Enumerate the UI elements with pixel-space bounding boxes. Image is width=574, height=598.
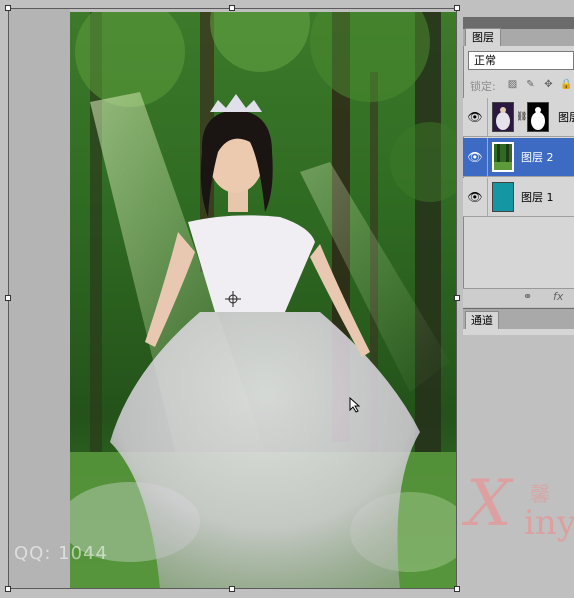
mouse-cursor-icon	[349, 397, 361, 413]
transform-handle-top-left[interactable]	[5, 5, 11, 11]
transform-handle-top-center[interactable]	[229, 5, 235, 11]
eye-icon[interactable]: 👁	[467, 150, 483, 164]
layer-thumbnail	[492, 142, 514, 172]
layer-name: 图层 1	[521, 191, 554, 204]
layer-thumbnail	[492, 182, 514, 212]
transform-handle-middle-left[interactable]	[5, 295, 11, 301]
transform-handle-bottom-right[interactable]	[454, 586, 460, 592]
transform-handle-bottom-left[interactable]	[5, 586, 11, 592]
transform-handle-middle-right[interactable]	[454, 295, 460, 301]
brand-watermark-text: iny	[524, 503, 574, 543]
qq-watermark: QQ: 1044	[14, 543, 108, 564]
layer-thumbnail	[492, 102, 514, 132]
lock-image-icon[interactable]: ✎	[525, 79, 536, 90]
layer-name: 图层 2	[521, 151, 554, 164]
tab-channels[interactable]: 通道	[465, 311, 499, 329]
lock-transparent-icon[interactable]: ▨	[507, 79, 518, 90]
eye-icon[interactable]: 👁	[467, 190, 483, 204]
transform-center-icon[interactable]	[225, 291, 241, 307]
layer-row[interactable]: 👁 图层 2	[463, 138, 574, 177]
blend-mode-select[interactable]: 正常	[468, 51, 574, 70]
layer-name: 图层	[558, 111, 574, 124]
brand-watermark-x: X	[466, 467, 512, 541]
transform-handle-top-right[interactable]	[454, 5, 460, 11]
lock-all-icon[interactable]: 🔒	[560, 79, 572, 90]
brand-watermark-cn: 馨	[530, 482, 550, 506]
layer-mask-thumbnail[interactable]	[527, 102, 549, 132]
lock-label: 锁定:	[470, 80, 496, 93]
fx-icon[interactable]: fx	[553, 290, 563, 303]
link-icon[interactable]: ⚭	[523, 290, 532, 303]
layer-row[interactable]: 👁 图层 1	[463, 178, 574, 217]
channels-body	[463, 329, 574, 335]
lock-position-icon[interactable]: ✥	[543, 79, 554, 90]
eye-icon[interactable]: 👁	[467, 110, 483, 124]
transform-handle-bottom-center[interactable]	[229, 586, 235, 592]
canvas-area[interactable]: QQ: 1044	[0, 0, 462, 598]
layer-row[interactable]: 👁 ⛓ 图层	[463, 98, 574, 137]
tab-layers[interactable]: 图层	[465, 28, 501, 46]
chain-icon[interactable]: ⛓	[516, 112, 527, 122]
